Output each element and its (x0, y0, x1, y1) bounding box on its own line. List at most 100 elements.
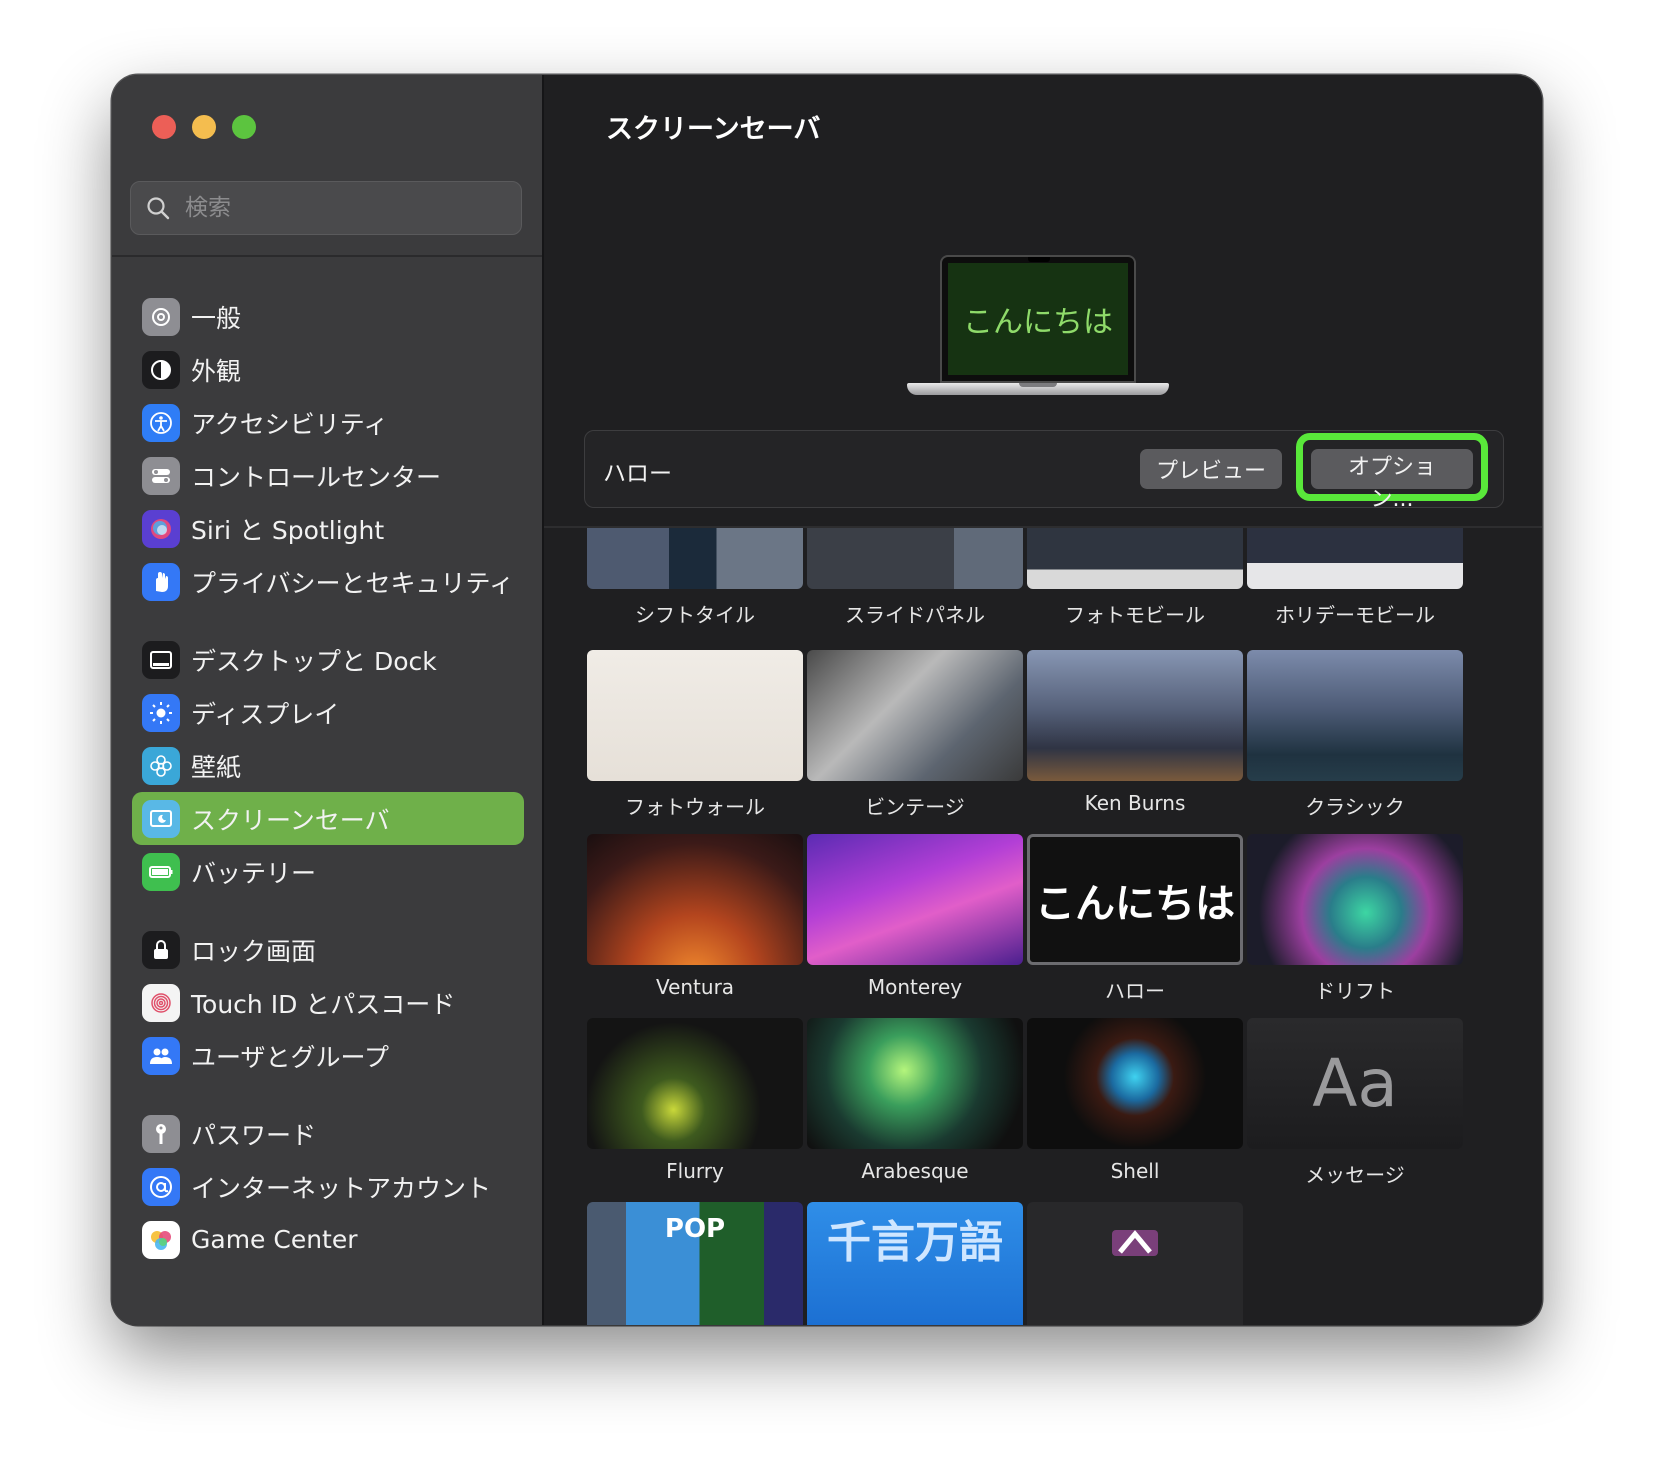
sidebar-item-label: バッテリー (191, 858, 317, 888)
minimize-button[interactable] (192, 115, 216, 139)
sidebar-item-accessibility[interactable]: アクセシビリティ (132, 396, 524, 449)
search-input[interactable] (183, 194, 507, 222)
display-brightness-icon (142, 693, 180, 732)
sidebar-item-label: Siri と Spotlight (191, 515, 385, 545)
screensaver-tile-wall[interactable]: フォトウォール (587, 650, 803, 820)
screensaver-label: Arabesque (861, 1159, 969, 1183)
search-field[interactable] (130, 181, 522, 235)
sidebar-item-appearance[interactable]: 外観 (132, 343, 524, 396)
options-button[interactable]: オプション... (1311, 449, 1473, 512)
screensaver-tile-slide[interactable]: スライドパネル (807, 528, 1023, 628)
screensaver-thumbnail: こんにちは (1027, 834, 1243, 965)
screensaver-tile-arabesque[interactable]: Arabesque (807, 1018, 1023, 1183)
screensaver-thumbnail (807, 650, 1023, 781)
screensaver-label: クラシック (1305, 795, 1405, 819)
screensaver-thumbnail: Aa (1247, 1018, 1463, 1149)
sidebar-nav: 一般外観アクセシビリティコントロールセンター Siri と Spotlight プラ… (132, 290, 524, 1266)
sidebar-item-display-brightness[interactable]: ディスプレイ (132, 686, 524, 739)
screensaver-thumbnail (587, 528, 803, 589)
screensaver-thumbnail (1247, 834, 1463, 965)
selected-screensaver-name: ハロー (603, 461, 672, 487)
game-center-icon (142, 1220, 180, 1259)
sidebar-item-dock[interactable]: デスクトップと Dock (132, 633, 524, 686)
screensaver-tile-mobile[interactable]: フォトモビール (1027, 528, 1243, 628)
fingerprint-icon (142, 983, 180, 1022)
screensaver-label: ホリデーモビール (1275, 603, 1435, 627)
screensaver-tile-ventura[interactable]: Ventura (587, 834, 803, 999)
screensaver-thumbnail (807, 528, 1023, 589)
sidebar-item-control-center[interactable]: コントロールセンター (132, 449, 524, 502)
sidebar-item-key[interactable]: パスワード (132, 1107, 524, 1160)
thumbnail-text: POP (664, 1214, 726, 1244)
sidebar-item-game-center[interactable]: Game Center (132, 1213, 524, 1266)
sidebar-item-label: Game Center (191, 1225, 358, 1254)
page-title: スクリーンセーバ (606, 114, 821, 145)
screensaver-label: ハロー (1105, 979, 1165, 1003)
sidebar-item-fingerprint[interactable]: Touch ID とパスコード (132, 976, 524, 1029)
zoom-button[interactable] (232, 115, 256, 139)
sidebar-item-gear[interactable]: 一般 (132, 290, 524, 343)
hand-icon (142, 562, 180, 601)
thumbnail-text: こんにちは (1035, 880, 1235, 927)
close-button[interactable] (152, 115, 176, 139)
sidebar-item-label: アクセシビリティ (191, 409, 389, 439)
screensaver-tile-classic[interactable]: クラシック (1247, 650, 1463, 820)
sidebar-item-siri[interactable]: Siri と Spotlight (132, 502, 524, 555)
screensaver-thumbnail (587, 650, 803, 781)
sidebar-item-hand[interactable]: プライバシーとセキュリティ (132, 555, 524, 608)
screensaver-thumbnail (1247, 528, 1463, 589)
sidebar-item-battery[interactable]: バッテリー (132, 845, 524, 898)
screensaver-thumbnail (807, 1018, 1023, 1149)
screensaver-thumbnail (1027, 1202, 1243, 1325)
screensaver-tile-shift[interactable]: シフトタイル (587, 528, 803, 628)
search-icon (147, 197, 170, 220)
screensaver-tile-vintage[interactable]: ビンテージ (807, 650, 1023, 820)
screensaver-thumbnail (587, 834, 803, 965)
screensaver-tile-random[interactable] (1027, 1202, 1243, 1325)
screensaver-tile-shell[interactable]: Shell (1027, 1018, 1243, 1183)
screensaver-label: Shell (1110, 1159, 1160, 1183)
control-center-icon (142, 456, 180, 495)
screensaver-label: ドリフト (1315, 979, 1395, 1003)
screensaver-tile-album[interactable]: POP (587, 1202, 803, 1325)
screensaver-tile-kenburns[interactable]: Ken Burns (1027, 650, 1243, 815)
sidebar-item-label: ユーザとグループ (191, 1042, 390, 1072)
sidebar-item-users[interactable]: ユーザとグループ (132, 1029, 524, 1082)
wallpaper-flower-icon (142, 746, 180, 785)
screensaver-label: Monterey (867, 975, 963, 999)
screensaver-label: ビンテージ (865, 795, 965, 819)
sidebar-item-label: パスワード (191, 1120, 317, 1150)
sidebar-item-wallpaper-flower[interactable]: 壁紙 (132, 739, 524, 792)
screensaver-thumbnail (1027, 528, 1243, 589)
sidebar-item-label: ロック画面 (191, 936, 317, 966)
thumbnail-text: 千言万語 (827, 1217, 1003, 1268)
preview-button[interactable]: プレビュー (1140, 449, 1282, 489)
screensaver-tile-hello[interactable]: こんにちは ハロー (1027, 834, 1243, 1004)
screensaver-tile-drift[interactable]: ドリフト (1247, 834, 1463, 1004)
screensaver-label: フォトモビール (1065, 603, 1205, 627)
sidebar-item-screensaver[interactable]: スクリーンセーバ (132, 792, 524, 845)
screensaver-label: フォトウォール (625, 795, 765, 819)
sidebar-item-at[interactable]: インターネットアカウント (132, 1160, 524, 1213)
at-icon (142, 1167, 180, 1206)
system-settings-window: 一般外観アクセシビリティコントロールセンター Siri と Spotlight プラ… (112, 75, 1542, 1325)
screensaver-thumbnail: 千言万語 (807, 1202, 1023, 1325)
accessibility-icon (142, 403, 180, 442)
laptop-lip (1019, 383, 1057, 387)
screensaver-tile-monterey[interactable]: Monterey (807, 834, 1023, 999)
sidebar-item-label: 外観 (191, 356, 242, 386)
sidebar-item-label: 一般 (191, 303, 242, 333)
laptop-screen: こんにちは (940, 255, 1136, 383)
sidebar-item-lock[interactable]: ロック画面 (132, 923, 524, 976)
screensaver-tile-holiday[interactable]: ホリデーモビール (1247, 528, 1463, 628)
sidebar-item-label: インターネットアカウント (191, 1173, 492, 1203)
gear-icon (142, 297, 180, 336)
screensaver-label: スライドパネル (845, 603, 985, 627)
laptop-notch (1028, 257, 1050, 262)
screensaver-tile-flurry[interactable]: Flurry (587, 1018, 803, 1183)
screensaver-tile-message[interactable]: Aa メッセージ (1247, 1018, 1463, 1188)
screensaver-tile-word[interactable]: 千言万語 (807, 1202, 1023, 1325)
battery-icon (142, 852, 180, 891)
